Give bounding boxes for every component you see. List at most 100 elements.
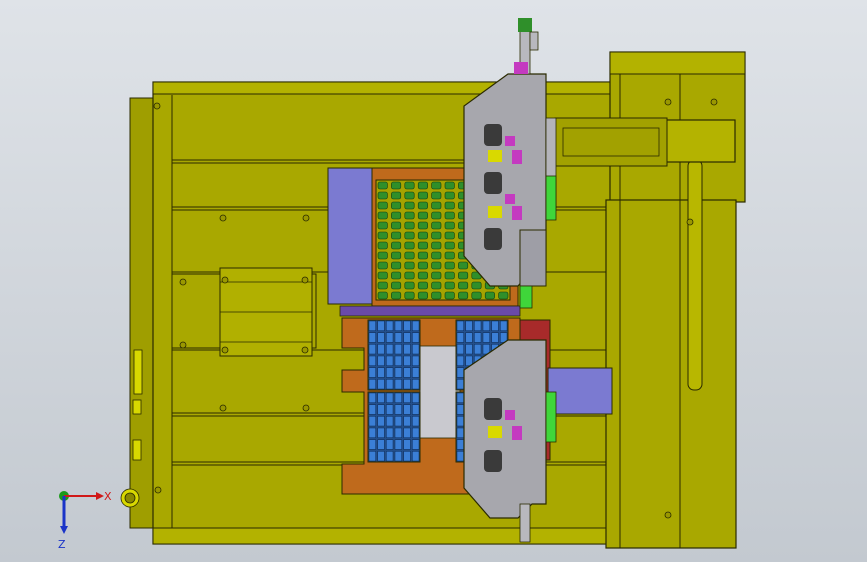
blue-socket-cell — [368, 367, 376, 378]
blue-socket-cell — [368, 451, 376, 462]
blue-socket-cell — [456, 416, 464, 427]
socket-cell — [417, 281, 428, 290]
socket-cell — [417, 271, 428, 280]
socket-cell — [444, 191, 455, 200]
blue-socket-cell — [386, 344, 394, 355]
blue-socket-cell — [412, 320, 420, 331]
blue-socket-cell — [482, 320, 490, 331]
blue-socket-cell — [482, 332, 490, 343]
blue-socket-cell — [403, 392, 411, 403]
socket-cell — [377, 181, 388, 190]
blue-socket-cell — [377, 379, 385, 390]
blue-socket-cell — [394, 392, 402, 403]
socket-cell — [377, 291, 388, 300]
blue-socket-cell — [456, 392, 464, 403]
blue-socket-cell — [368, 320, 376, 331]
blue-socket-cell — [403, 355, 411, 366]
socket-cell — [404, 291, 415, 300]
z-axis-label: Z — [58, 538, 66, 551]
side-purple-rail — [547, 367, 613, 415]
blue-socket-cell — [403, 332, 411, 343]
blue-socket-cell — [377, 320, 385, 331]
upper-nozzle-tip — [519, 285, 533, 309]
blue-socket-cell — [386, 416, 394, 427]
lower-carrier-gap — [419, 345, 461, 439]
blue-socket-cell — [386, 379, 394, 390]
socket-cell — [431, 201, 442, 210]
socket-cell — [498, 291, 509, 300]
blue-socket-cell — [377, 404, 385, 415]
blue-socket-cell — [368, 404, 376, 415]
blue-socket-cell — [386, 320, 394, 331]
blue-socket-cell — [386, 404, 394, 415]
socket-cell — [391, 261, 402, 270]
socket-cell — [417, 191, 428, 200]
blue-socket-cell — [377, 355, 385, 366]
socket-cell — [444, 231, 455, 240]
blue-socket-cell — [403, 404, 411, 415]
purple-strip — [339, 305, 521, 317]
socket-cell — [377, 191, 388, 200]
blue-socket-cell — [412, 367, 420, 378]
blue-socket-cell — [394, 320, 402, 331]
blue-socket-cell — [491, 320, 499, 331]
socket-cell — [404, 221, 415, 230]
blue-socket-cell — [412, 427, 420, 438]
socket-cell — [377, 231, 388, 240]
socket-cell — [417, 201, 428, 210]
blue-socket-cell — [394, 332, 402, 343]
socket-cell — [444, 281, 455, 290]
cad-model-view: X Z — [58, 18, 746, 551]
socket-cell — [391, 281, 402, 290]
blue-socket-cell — [412, 439, 420, 450]
blue-socket-cell — [412, 344, 420, 355]
socket-cell — [444, 221, 455, 230]
socket-cell — [458, 281, 469, 290]
blue-socket-cell — [474, 320, 482, 331]
blue-socket-cell — [368, 427, 376, 438]
lower-green-sensor — [545, 391, 557, 443]
blue-socket-cell — [386, 332, 394, 343]
pick-head-lower — [463, 339, 547, 519]
socket-cell — [458, 291, 469, 300]
cad-viewport[interactable]: X Z — [0, 0, 867, 562]
blue-socket-cell — [377, 367, 385, 378]
blue-socket-cell — [403, 379, 411, 390]
blue-socket-cell — [394, 427, 402, 438]
blue-socket-cell — [403, 367, 411, 378]
socket-cell — [417, 211, 428, 220]
blue-socket-cell — [386, 439, 394, 450]
blue-socket-cell — [394, 416, 402, 427]
socket-cell — [417, 231, 428, 240]
socket-cell — [377, 201, 388, 210]
socket-cell — [417, 221, 428, 230]
socket-cell — [444, 181, 455, 190]
right-housing-side — [605, 199, 737, 549]
socket-cell — [391, 231, 402, 240]
blue-socket-cell — [377, 392, 385, 403]
socket-cell — [431, 241, 442, 250]
socket-cell — [431, 251, 442, 260]
socket-cell — [417, 241, 428, 250]
blue-socket-cell — [412, 404, 420, 415]
frame-bottom-band — [152, 527, 614, 545]
blue-socket-cell — [394, 404, 402, 415]
blue-socket-cell — [412, 392, 420, 403]
socket-cell — [431, 181, 442, 190]
blue-socket-cell — [412, 332, 420, 343]
socket-cell — [444, 271, 455, 280]
z-axis-arrow — [60, 526, 68, 534]
socket-cell — [377, 271, 388, 280]
blue-socket-cell — [456, 451, 464, 462]
blue-socket-cell — [386, 451, 394, 462]
socket-cell — [404, 191, 415, 200]
socket-cell — [471, 281, 482, 290]
left-rail — [129, 97, 155, 529]
socket-cell — [391, 291, 402, 300]
blue-socket-cell — [403, 427, 411, 438]
axis-triad: X Z — [58, 490, 112, 551]
socket-cell — [404, 181, 415, 190]
vertical-cable-guide — [687, 159, 703, 391]
blue-socket-cell — [377, 332, 385, 343]
pick-head-upper-body — [519, 229, 547, 287]
